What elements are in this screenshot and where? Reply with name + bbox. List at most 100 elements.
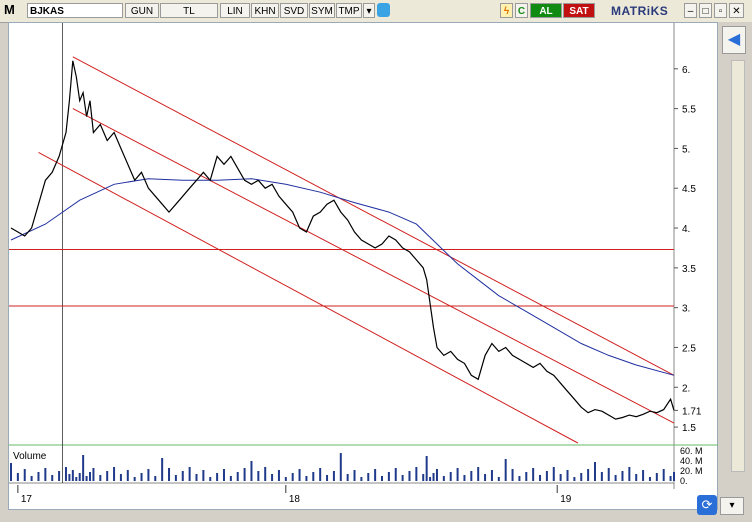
volume-bar <box>673 472 675 481</box>
currency-button[interactable]: TL <box>160 3 218 18</box>
lightning-icon[interactable]: ϟ <box>500 3 513 18</box>
volume-bar <box>662 469 665 481</box>
side-panel: ◀ <box>718 22 752 522</box>
volume-bar <box>305 476 308 481</box>
channel-line-2 <box>38 151 579 444</box>
x-tick-label: 19 <box>560 494 572 505</box>
volume-bar <box>126 470 129 481</box>
refresh-icon[interactable]: ⟳ <box>697 495 717 515</box>
volume-bar <box>490 470 493 481</box>
y-tick-label: 6. <box>682 65 690 76</box>
volume-bar <box>456 468 459 481</box>
volume-tick-label: 60. M <box>680 446 703 456</box>
volume-bar <box>545 471 548 481</box>
volume-bar <box>394 468 397 481</box>
volume-bar <box>332 471 335 481</box>
restore-button[interactable]: ▫ <box>714 3 727 18</box>
price-line <box>10 60 675 420</box>
sym-button[interactable]: SYM <box>309 3 335 18</box>
volume-bar <box>168 468 171 481</box>
volume-bar <box>532 468 535 481</box>
y-tick-label: 1.71 <box>682 406 702 417</box>
volume-bar <box>504 459 507 481</box>
c-button[interactable]: C <box>515 3 528 18</box>
close-button[interactable]: ✕ <box>729 3 744 18</box>
volume-bar <box>353 470 356 481</box>
settings-dropdown-icon[interactable]: ▾ <box>720 497 744 515</box>
volume-tick-label: 40. M <box>680 456 703 466</box>
volume-bar <box>593 462 596 481</box>
price-chart: 6. 5.5 5. 4.5 4. 3.5 3. 2.5 2. 1.71 1.5 Volume 60. M… <box>9 23 719 505</box>
volume-bar <box>51 475 54 481</box>
volume-bar <box>435 469 438 481</box>
y-tick-label: 3.5 <box>682 264 696 275</box>
volume-bar <box>250 461 253 481</box>
volume-bar <box>432 473 435 481</box>
volume-bar <box>539 475 542 481</box>
maximize-button[interactable]: □ <box>699 3 712 18</box>
volume-bar <box>642 470 645 481</box>
volume-bar <box>10 463 12 481</box>
volume-bar <box>339 453 342 481</box>
volume-bar <box>99 475 102 481</box>
svd-button[interactable]: SVD <box>280 3 308 18</box>
volume-bar <box>154 476 157 481</box>
volume-bar <box>518 476 521 481</box>
volume-bar <box>23 469 26 481</box>
volume-bar <box>470 471 473 481</box>
volume-bar <box>16 473 19 481</box>
volume-bar <box>181 471 184 481</box>
volume-bar <box>408 471 411 481</box>
volume-bar <box>415 467 418 481</box>
volume-bar <box>78 473 81 481</box>
volume-bar <box>64 467 67 481</box>
buy-button[interactable]: AL <box>530 3 562 18</box>
vertical-scrollbar[interactable] <box>731 60 745 472</box>
minimize-button[interactable]: – <box>684 3 697 18</box>
volume-bar <box>422 474 425 481</box>
volume-bar <box>106 471 109 481</box>
volume-tick-label: 0. <box>680 476 688 486</box>
channel-line-0 <box>72 56 675 376</box>
period-button[interactable]: GUN <box>125 3 159 18</box>
volume-bar <box>628 467 631 481</box>
volume-bar <box>429 477 432 481</box>
volume-bar <box>559 474 562 481</box>
app-logo[interactable]: M <box>4 2 15 17</box>
volume-bar <box>195 474 198 481</box>
collapse-arrow-icon[interactable]: ◀ <box>722 26 746 54</box>
volume-bar <box>326 475 329 481</box>
volume-bar <box>202 470 205 481</box>
volume-bar <box>82 455 85 481</box>
volume-bar <box>360 477 363 481</box>
sell-button[interactable]: SAT <box>563 3 595 18</box>
scale-button[interactable]: LIN <box>220 3 250 18</box>
x-tick-label: 17 <box>21 494 33 505</box>
chart-area[interactable]: 6. 5.5 5. 4.5 4. 3.5 3. 2.5 2. 1.71 1.5 Volume 60. M… <box>8 22 719 510</box>
tmp-button[interactable]: TMP <box>336 3 362 18</box>
volume-bar <box>367 473 370 481</box>
volume-bar <box>312 472 315 481</box>
volume-bar <box>607 468 610 481</box>
volume-bar <box>216 473 219 481</box>
volume-bar <box>525 472 528 481</box>
x-tick-label: 18 <box>289 494 301 505</box>
y-tick-label: 4. <box>682 224 690 235</box>
dropdown-arrow-icon[interactable]: ▾ <box>363 3 375 18</box>
volume-bar <box>566 470 569 481</box>
volume-bar <box>374 469 377 481</box>
twitter-icon[interactable] <box>377 3 390 17</box>
toolbar: M BJKAS GUN TL LIN KHN SVD SYM TMP ▾ ϟ C… <box>0 0 752 23</box>
volume-bar <box>655 473 658 481</box>
moving-average-line <box>10 178 675 376</box>
volume-bar <box>291 473 294 481</box>
volume-bar <box>236 472 239 481</box>
volume-bar <box>511 469 514 481</box>
symbol-field[interactable]: BJKAS <box>27 3 123 18</box>
khn-button[interactable]: KHN <box>251 3 279 18</box>
volume-bar <box>669 476 672 481</box>
volume-bar <box>264 467 267 481</box>
volume-bar <box>387 472 390 481</box>
volume-bar <box>243 468 246 481</box>
volume-tick-label: 20. M <box>680 466 703 476</box>
